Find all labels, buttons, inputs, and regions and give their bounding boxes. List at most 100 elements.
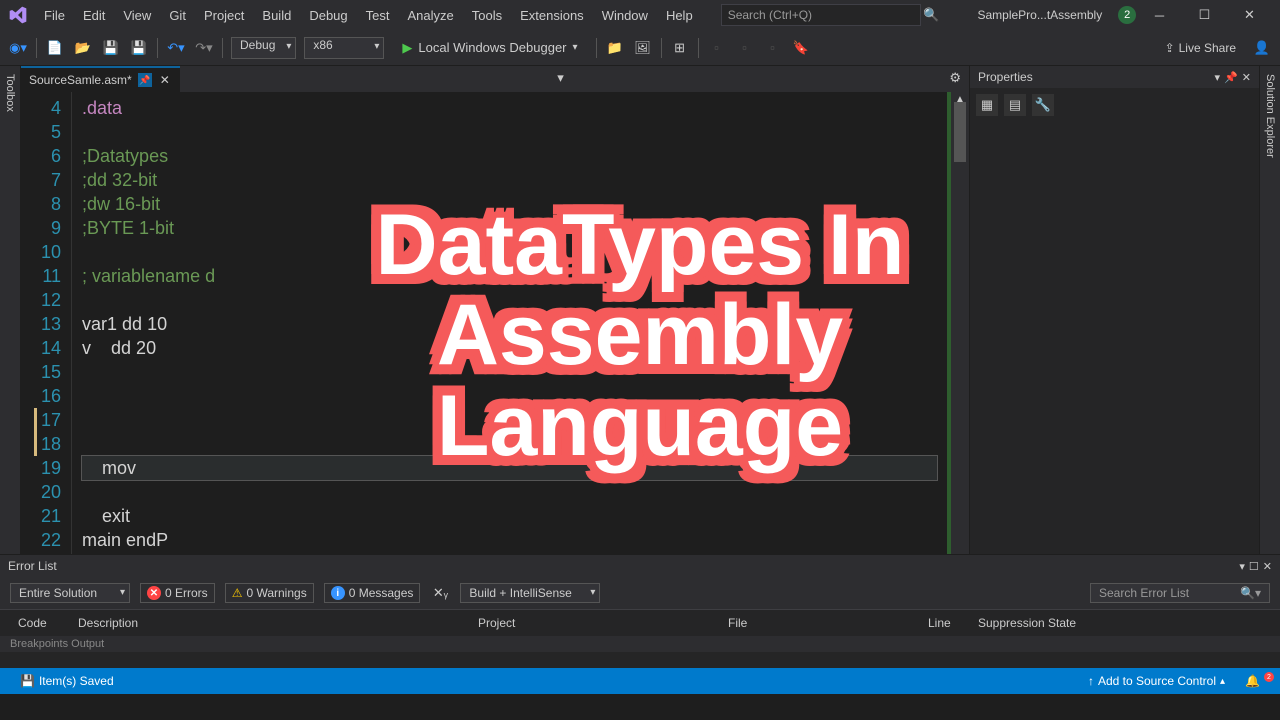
- column-header[interactable]: Code: [10, 614, 70, 632]
- code-line[interactable]: main endP: [82, 528, 937, 552]
- code-line[interactable]: [82, 288, 937, 312]
- solution-explorer-tab[interactable]: Solution Explorer: [1259, 66, 1280, 554]
- error-search-input[interactable]: Search Error List 🔍▾: [1090, 583, 1270, 603]
- error-close-icon[interactable]: ✕: [1263, 560, 1272, 573]
- live-share-button[interactable]: ⇪ Live Share: [1157, 41, 1244, 55]
- panel-dropdown-icon[interactable]: ▾: [1215, 71, 1221, 84]
- code-line[interactable]: [82, 408, 937, 432]
- close-button[interactable]: ✕: [1227, 0, 1272, 30]
- bottom-tabs[interactable]: Breakpoints Output: [0, 636, 1280, 652]
- build-select[interactable]: Build + IntelliSense: [460, 583, 600, 603]
- code-line[interactable]: ;BYTE 1-bit: [82, 216, 937, 240]
- bookmark-button[interactable]: 🔖: [791, 38, 811, 58]
- code-content[interactable]: .data ;Datatypes;dd 32-bit;dw 16-bit;BYT…: [72, 92, 947, 554]
- code-line[interactable]: [82, 432, 937, 456]
- config-select[interactable]: Debug: [231, 37, 296, 59]
- menu-test[interactable]: Test: [358, 4, 398, 27]
- code-line[interactable]: ;Datatypes: [82, 144, 937, 168]
- upload-icon: ↑: [1088, 674, 1094, 688]
- category-view-button[interactable]: ▦: [976, 94, 998, 116]
- code-line[interactable]: mov: [82, 456, 937, 480]
- undo-button[interactable]: ↶▾: [166, 38, 186, 58]
- column-header[interactable]: Suppression State: [970, 614, 1120, 632]
- code-line[interactable]: ; variablename d: [82, 264, 937, 288]
- column-header[interactable]: File: [720, 614, 920, 632]
- properties-panel: Properties ▾ 📌 ✕ ▦ ▤ 🔧: [969, 66, 1259, 554]
- menu-build[interactable]: Build: [254, 4, 299, 27]
- menu-edit[interactable]: Edit: [75, 4, 113, 27]
- menu-file[interactable]: File: [36, 4, 73, 27]
- vertical-scrollbar[interactable]: ▲: [951, 92, 969, 554]
- menu-debug[interactable]: Debug: [301, 4, 355, 27]
- column-header[interactable]: Description: [70, 614, 470, 632]
- tab-close-button[interactable]: ✕: [158, 73, 172, 87]
- source-control-button[interactable]: ↑ Add to Source Control ▴: [1078, 674, 1235, 688]
- menu-project[interactable]: Project: [196, 4, 252, 27]
- toolbar-btn-4[interactable]: ▫: [763, 38, 783, 58]
- warnings-filter[interactable]: ⚠ 0 Warnings: [225, 583, 314, 603]
- menu-view[interactable]: View: [115, 4, 159, 27]
- tab-settings-button[interactable]: ⚙: [941, 66, 969, 92]
- menu-extensions[interactable]: Extensions: [512, 4, 592, 27]
- scroll-thumb[interactable]: [954, 102, 966, 162]
- code-line[interactable]: v dd 20: [82, 336, 937, 360]
- new-item-button[interactable]: 📄: [45, 38, 65, 58]
- feedback-button[interactable]: 👤: [1252, 38, 1272, 58]
- props-tool-button[interactable]: 🔧: [1032, 94, 1054, 116]
- tab-dropdown-button[interactable]: ▾: [549, 66, 572, 92]
- back-button[interactable]: ◉▾: [8, 38, 28, 58]
- code-line[interactable]: end main: [82, 552, 937, 554]
- toolbar-btn-2[interactable]: ▫: [707, 38, 727, 58]
- code-line[interactable]: [82, 120, 937, 144]
- toolbar-btn-3[interactable]: ▫: [735, 38, 755, 58]
- save-all-button[interactable]: 💾: [129, 38, 149, 58]
- statusbar: 💾 Item(s) Saved ↑ Add to Source Control …: [0, 668, 1280, 694]
- menu-git[interactable]: Git: [161, 4, 194, 27]
- search-input[interactable]: Search (Ctrl+Q): [721, 4, 921, 26]
- platform-select[interactable]: x86: [304, 37, 384, 59]
- code-line[interactable]: ;dd 32-bit: [82, 168, 937, 192]
- code-line[interactable]: var1 dd 10: [82, 312, 937, 336]
- open-button[interactable]: 📂: [73, 38, 93, 58]
- tab-pin-button[interactable]: 📌: [138, 73, 152, 87]
- panel-close-icon[interactable]: ✕: [1242, 71, 1251, 84]
- messages-filter[interactable]: i 0 Messages: [324, 583, 421, 603]
- code-line[interactable]: [82, 240, 937, 264]
- toolbox-tab[interactable]: Toolbox: [0, 66, 21, 554]
- panel-pin-icon[interactable]: 📌: [1224, 71, 1238, 84]
- notifications-button[interactable]: 🔔 2: [1235, 674, 1270, 688]
- browse-button[interactable]: 📁: [605, 38, 625, 58]
- error-dropdown-icon[interactable]: ▾: [1239, 560, 1245, 573]
- errors-filter[interactable]: ✕ 0 Errors: [140, 583, 215, 603]
- error-window-icon[interactable]: ☐: [1249, 560, 1259, 573]
- status-saved[interactable]: 💾 Item(s) Saved: [10, 674, 124, 688]
- menu-window[interactable]: Window: [594, 4, 656, 27]
- maximize-button[interactable]: ☐: [1182, 0, 1227, 30]
- vs-logo-icon: [8, 5, 28, 25]
- code-line[interactable]: .data: [82, 96, 937, 120]
- redo-button[interactable]: ↷▾: [194, 38, 214, 58]
- minimize-button[interactable]: ─: [1137, 0, 1182, 30]
- column-header[interactable]: Project: [470, 614, 720, 632]
- code-line[interactable]: [82, 480, 937, 504]
- alpha-view-button[interactable]: ▤: [1004, 94, 1026, 116]
- search-icon[interactable]: 🔍: [921, 5, 941, 25]
- image-button[interactable]: 🖼: [633, 38, 653, 58]
- tab-active[interactable]: SourceSamle.asm* 📌 ✕: [21, 66, 180, 92]
- scope-select[interactable]: Entire Solution: [10, 583, 130, 603]
- menu-analyze[interactable]: Analyze: [399, 4, 461, 27]
- toolbar-btn-1[interactable]: ⊞: [670, 38, 690, 58]
- save-button[interactable]: 💾: [101, 38, 121, 58]
- start-debug-button[interactable]: ▶ Local Windows Debugger ▾: [392, 36, 587, 60]
- menu-tools[interactable]: Tools: [464, 4, 510, 27]
- code-editor[interactable]: 4567891011121314151617181920212223 .data…: [21, 92, 969, 554]
- code-line[interactable]: [82, 360, 937, 384]
- menu-help[interactable]: Help: [658, 4, 701, 27]
- column-header[interactable]: Line: [920, 614, 970, 632]
- build-filter-button[interactable]: ✕ᵧ: [430, 583, 450, 603]
- notification-badge: 2: [1264, 672, 1274, 682]
- code-line[interactable]: [82, 384, 937, 408]
- code-line[interactable]: exit: [82, 504, 937, 528]
- code-line[interactable]: ;dw 16-bit: [82, 192, 937, 216]
- changes-badge[interactable]: 2: [1118, 6, 1136, 24]
